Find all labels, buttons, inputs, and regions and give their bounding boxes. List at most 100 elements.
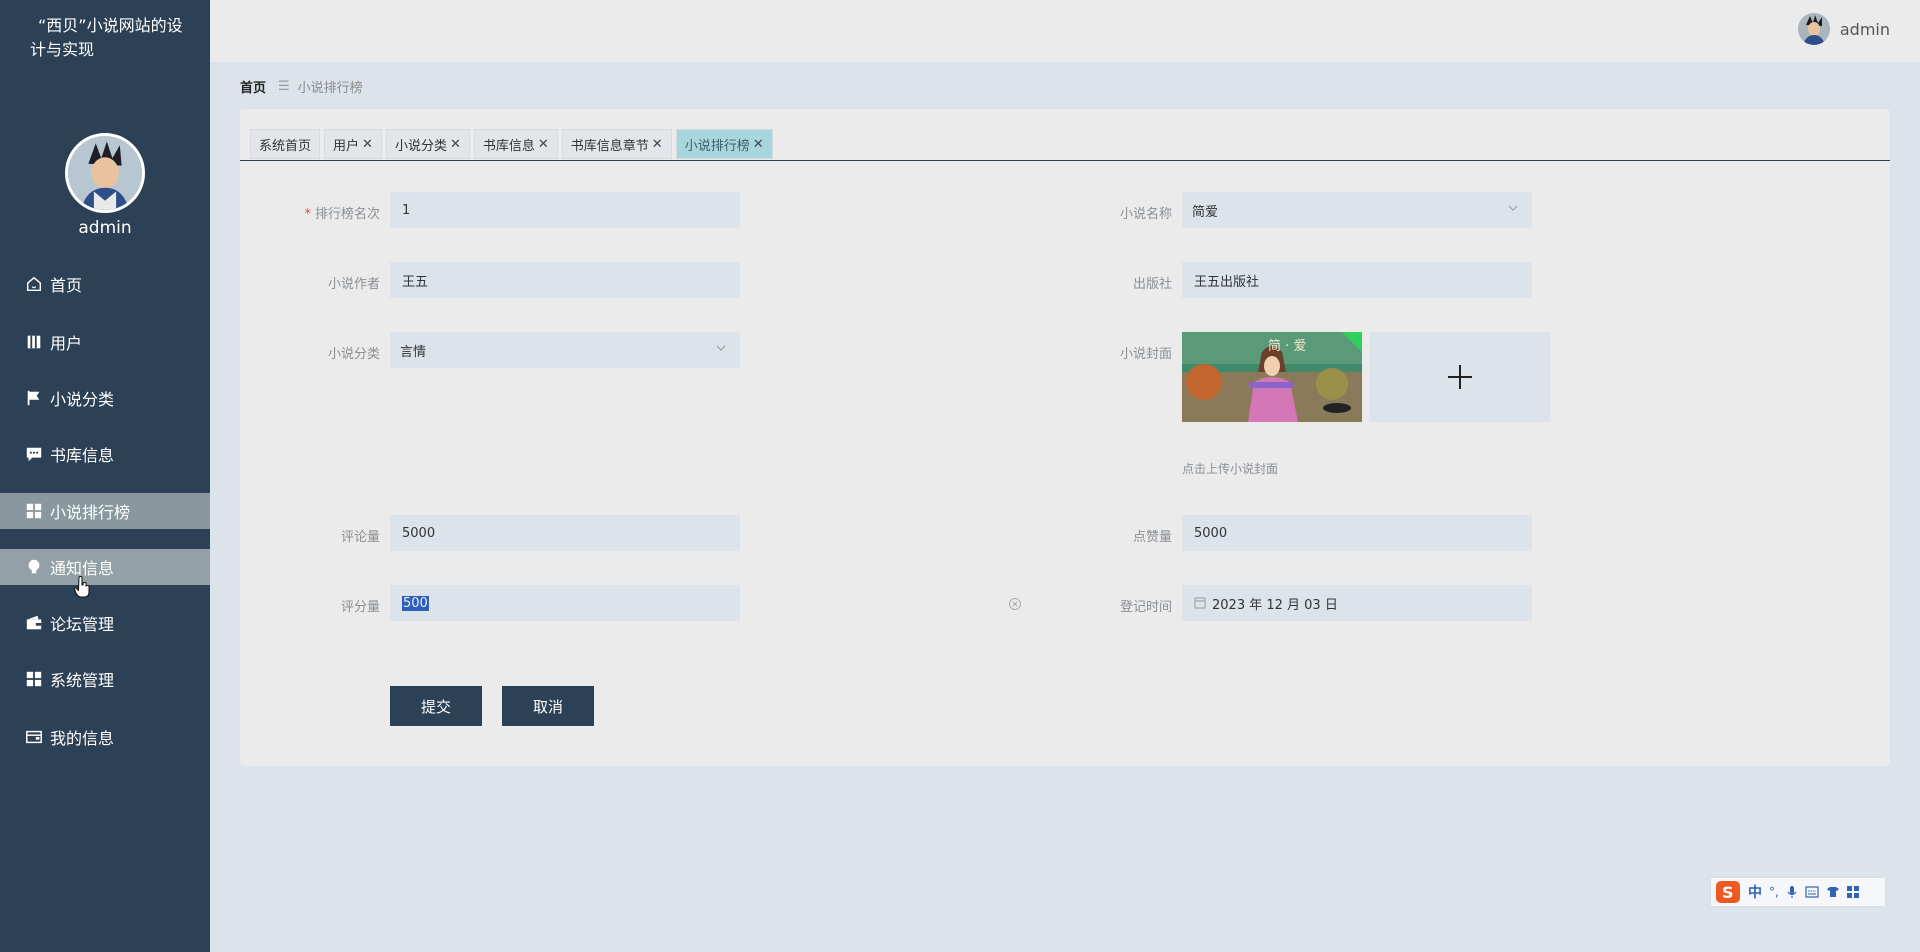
skin-shirt-icon[interactable]: [1826, 886, 1840, 898]
rank-label-text: 排行榜名次: [314, 207, 380, 222]
chevron-down-icon: [1508, 205, 1518, 211]
sidebar-item-label: 论坛管理: [50, 615, 115, 634]
sidebar-item-forum[interactable]: 论坛管理: [0, 605, 210, 641]
publisher-label: 出版社: [1132, 277, 1172, 292]
message-icon: [24, 444, 44, 464]
cancel-button[interactable]: 取消: [502, 686, 594, 726]
close-icon[interactable]: ✕: [362, 137, 373, 152]
close-icon[interactable]: ✕: [538, 137, 549, 152]
cover-upload-hint: 点击上传小说封面: [1182, 462, 1279, 476]
rating-input[interactable]: 500: [390, 585, 740, 621]
tab-novel-category[interactable]: 小说分类 ✕: [385, 129, 470, 159]
category-value: 言情: [400, 344, 427, 360]
likes-label: 点赞量: [1132, 530, 1172, 545]
microphone-icon[interactable]: [1786, 885, 1798, 899]
tab-label: 书库信息章节: [570, 138, 649, 154]
publisher-value: 王五出版社: [1194, 274, 1260, 290]
novel-name-select[interactable]: 简爱: [1182, 192, 1532, 228]
rating-label: 评分量: [340, 600, 380, 615]
flag-icon: [24, 388, 44, 408]
plus-icon: [1448, 365, 1472, 389]
sidebar-item-label: 小说排行榜: [50, 503, 131, 522]
sidebar-item-ranking[interactable]: 小说排行榜: [0, 493, 210, 529]
ime-lang-toggle[interactable]: 中: [1748, 882, 1762, 902]
sidebar-item-notifications[interactable]: 通知信息: [0, 549, 210, 585]
author-input[interactable]: 王五: [390, 262, 740, 298]
header-user[interactable]: admin: [1797, 13, 1890, 45]
comments-label: 评论量: [340, 530, 380, 545]
tab-bar: 系统首页 用户 ✕ 小说分类 ✕ 书库信息 ✕ 书库信息章节 ✕ 小说排行榜 ✕: [250, 129, 777, 159]
rank-input[interactable]: 1: [390, 192, 740, 228]
breadcrumb-home[interactable]: 首页: [240, 77, 266, 96]
sidebar-item-novel-category[interactable]: 小说分类: [0, 380, 210, 416]
clear-icon[interactable]: [1008, 597, 1022, 611]
card-icon: [24, 727, 44, 747]
ime-toolbar[interactable]: S 中 °,: [1710, 877, 1886, 907]
date-label: 登记时间: [1119, 600, 1172, 615]
tab-label: 小说分类: [394, 138, 447, 154]
tab-system-home[interactable]: 系统首页: [250, 129, 321, 159]
tab-library-chapters[interactable]: 书库信息章节 ✕: [561, 129, 672, 159]
header-username: admin: [1839, 19, 1890, 39]
sidebar-item-system[interactable]: 系统管理: [0, 661, 210, 697]
likes-value: 5000: [1194, 525, 1228, 541]
calendar-icon: [1194, 597, 1206, 609]
publisher-input[interactable]: 王五出版社: [1182, 262, 1532, 298]
sidebar-item-my-info[interactable]: 我的信息: [0, 719, 210, 755]
form-panel: 系统首页 用户 ✕ 小说分类 ✕ 书库信息 ✕ 书库信息章节 ✕ 小说排行榜 ✕…: [240, 109, 1890, 766]
rank-value: 1: [402, 202, 411, 218]
grid-icon: [24, 501, 44, 521]
bulb-icon: [24, 557, 44, 577]
sidebar-item-library[interactable]: 书库信息: [0, 436, 210, 472]
novel-name-value: 简爱: [1192, 204, 1219, 220]
tabs-divider: [240, 160, 1890, 161]
book-cover-image: 简 · 爱: [1182, 332, 1362, 422]
sidebar-item-label: 我的信息: [50, 729, 115, 748]
author-value: 王五: [402, 274, 429, 290]
sogou-logo-icon[interactable]: S: [1715, 880, 1741, 904]
site-title: “西贝”小说网站的设计与实现: [30, 16, 183, 59]
breadcrumb: 首页 ☰ 小说排行榜: [240, 77, 363, 96]
sidebar-item-label: 小说分类: [50, 390, 115, 409]
rank-label: * 排行榜名次: [240, 203, 380, 222]
cover-label: 小说封面: [1119, 347, 1172, 362]
novel-name-label: 小说名称: [1119, 207, 1172, 222]
cover-image[interactable]: 简 · 爱: [1182, 332, 1362, 422]
keyboard-icon[interactable]: [1805, 886, 1819, 898]
comments-input[interactable]: 5000: [390, 515, 740, 551]
tab-ranking[interactable]: 小说排行榜 ✕: [675, 129, 773, 159]
likes-input[interactable]: 5000: [1182, 515, 1532, 551]
sidebar-item-label: 首页: [50, 276, 83, 295]
close-icon[interactable]: ✕: [652, 137, 663, 152]
wallet-icon: [24, 613, 44, 633]
tab-label: 小说排行榜: [684, 138, 750, 154]
tab-label: 系统首页: [259, 138, 312, 154]
sidebar-item-label: 系统管理: [50, 671, 115, 690]
tab-label: 用户: [333, 138, 360, 154]
toolbox-grid-icon[interactable]: [1846, 886, 1859, 898]
submit-button[interactable]: 提交: [390, 686, 482, 726]
category-select[interactable]: 言情: [390, 332, 740, 368]
sidebar-item-home[interactable]: 首页: [0, 266, 210, 302]
sidebar-username: admin: [78, 218, 132, 238]
home-icon: [24, 274, 44, 294]
close-icon[interactable]: ✕: [753, 137, 764, 152]
breadcrumb-current: 小说排行榜: [297, 81, 363, 96]
book-icon: [24, 332, 44, 352]
avatar-image-icon: [68, 136, 142, 210]
grid-icon: [24, 669, 44, 689]
tab-users[interactable]: 用户 ✕: [324, 129, 382, 159]
close-icon[interactable]: ✕: [450, 137, 461, 152]
upload-cover-button[interactable]: [1370, 332, 1550, 422]
menu-icon: ☰: [278, 79, 290, 94]
avatar[interactable]: [1797, 13, 1830, 45]
punctuation-icon[interactable]: °,: [1769, 885, 1779, 899]
author-label: 小说作者: [327, 277, 380, 292]
category-label: 小说分类: [327, 347, 380, 362]
cover-title-art: 简 · 爱: [1268, 338, 1306, 354]
tab-library[interactable]: 书库信息 ✕: [473, 129, 558, 159]
date-input[interactable]: 2023 年 12 月 03 日: [1182, 585, 1532, 621]
hand-cursor-icon: [74, 576, 90, 598]
svg-text:S: S: [1722, 883, 1734, 902]
sidebar-item-users[interactable]: 用户: [0, 324, 210, 360]
